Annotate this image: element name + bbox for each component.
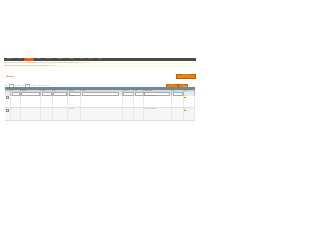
read-details-link[interactable]: Read details <box>50 66 57 67</box>
items-selected-count: 0 items selected <box>33 87 42 88</box>
cache-management-link[interactable]: Cache Management <box>78 63 89 64</box>
title-cell <box>52 107 69 121</box>
status-cell <box>40 95 53 109</box>
nickname-cell: Anonymous <box>67 95 82 109</box>
security-notice-text: Latest Message: Important: Magento Secur… <box>6 65 50 67</box>
page-title: Reviews <box>6 76 15 78</box>
status-cell <box>40 107 53 121</box>
review-text-cell: Select the best. STANDARD INFO: Shipping… <box>80 95 123 109</box>
edit-link[interactable]: Edit <box>184 96 186 97</box>
unselect-visible-link[interactable]: Unselect Visible <box>25 87 33 88</box>
add-new-review-button[interactable]: Add New Review <box>176 74 196 79</box>
nav-item-newsletter[interactable]: Newsletter <box>66 58 77 61</box>
type-cell <box>133 95 144 109</box>
review-id-cell: 1 <box>10 95 21 109</box>
unselect-all-link[interactable]: Unselect All <box>11 87 17 88</box>
nav-item-sales[interactable]: Sales <box>15 58 24 61</box>
visible-in-cell <box>122 95 135 109</box>
sku-cell <box>171 107 184 121</box>
nav-item-reports[interactable]: Reports <box>86 58 96 61</box>
cache-notice-text: One or more of the Cache Types are inval… <box>6 62 79 64</box>
review-line: Curtain Blinds Brackets - 4 Sets <box>81 117 98 119</box>
title-cell <box>52 95 69 109</box>
select-visible-link[interactable]: Select Visible <box>17 87 24 88</box>
security-notice: Latest Message: Important: Magento Secur… <box>4 65 196 67</box>
review-line: Curtain Blinds Brackets - 4 Sets <box>81 105 98 107</box>
review-id-cell: 2 <box>10 107 21 121</box>
cache-notice: One or more of the Cache Types are inval… <box>4 62 196 64</box>
visible-in-cell <box>122 107 135 121</box>
row-checkbox[interactable] <box>5 108 9 113</box>
table-row[interactable]: 1 Anonymous Select the best. STANDARD INFO… <box>5 95 196 109</box>
select-all-link[interactable]: Select All <box>5 87 10 88</box>
edit-link[interactable]: Edit <box>184 109 186 110</box>
created-on-cell <box>20 95 42 109</box>
type-cell <box>133 107 144 121</box>
action-cell: Edit <box>183 107 196 121</box>
action-cell: Edit <box>183 95 196 109</box>
review-text-cell: Select the best. STANDARD INFO: Shipping… <box>80 107 123 121</box>
nav-item-catalog[interactable]: Catalog <box>24 58 34 61</box>
nickname-cell: Anonymous <box>67 107 82 121</box>
table-row[interactable]: 2 Anonymous Select the best. STANDARD INFO… <box>5 107 196 121</box>
nav-item-system[interactable]: System <box>95 58 105 61</box>
reviews-grid: ID Created On Status Title Nickname Review Vis… <box>5 90 196 121</box>
product-cell: Mar 14, 2013 6:29:52 PM <box>143 107 173 121</box>
sku-cell <box>171 95 184 109</box>
nav-item-promotions[interactable]: Promotions <box>54 58 66 61</box>
nav-item-dashboard[interactable]: Dashboard <box>4 58 15 61</box>
nav-item-mobile[interactable]: Mobile <box>34 58 43 61</box>
product-cell: Mar 14, 2013 6:31:19 PM <box>143 95 173 109</box>
nav-item-customers[interactable]: Customers <box>43 58 54 61</box>
nav-item-cms[interactable]: CMS <box>77 58 85 61</box>
created-on-cell <box>20 107 42 121</box>
actions-label: Actions <box>182 87 187 88</box>
top-navigation: Dashboard Sales Catalog Mobile Customers Prom… <box>4 58 196 61</box>
row-checkbox[interactable] <box>5 96 9 100</box>
nav-menu: Dashboard Sales Catalog Mobile Customers Prom… <box>4 58 196 61</box>
